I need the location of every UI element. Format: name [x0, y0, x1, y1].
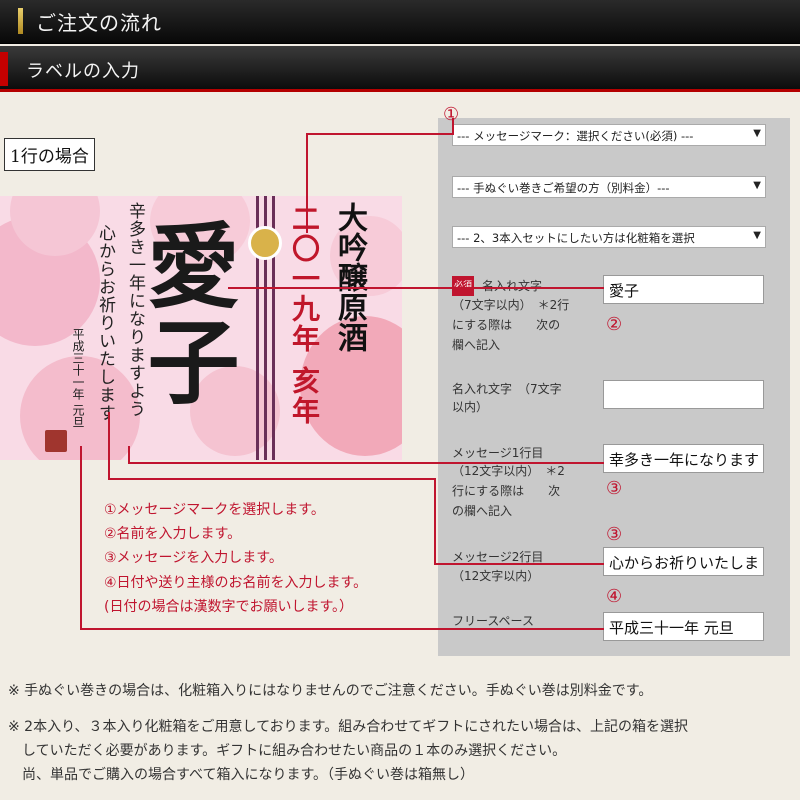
seal-stamp — [45, 430, 67, 452]
label-product-text: 大吟醸原酒 — [332, 202, 367, 352]
message-mark-icon — [248, 226, 282, 260]
label-year-text: 二〇一九年 亥年 — [288, 204, 321, 426]
select-value: --- 2、3本入セットにしたい方は化粧箱を選択 — [457, 231, 695, 245]
connector-line — [434, 563, 604, 565]
connector-line — [228, 287, 604, 289]
name-field-label: 必須 名入れ文字 — [452, 276, 542, 296]
section-header: ラベルの入力 — [0, 46, 800, 92]
name2-input[interactable] — [603, 380, 764, 409]
dropdown-arrow-icon: ▼ — [753, 230, 761, 241]
connector-line — [306, 133, 308, 233]
free-input[interactable]: 平成三十一年 元旦 — [603, 612, 764, 641]
instruction-item: ①メッセージマークを選択します。 — [104, 502, 325, 518]
msg2-input[interactable]: 心からお祈りいたしま — [603, 547, 764, 576]
instruction-item: (日付の場合は漢数字でお願いします。） — [104, 598, 354, 615]
connector-line — [80, 628, 604, 630]
msg1-hint: 行にする際は 次 — [452, 484, 561, 498]
connector-line — [452, 118, 454, 135]
msg1-input[interactable]: 幸多き一年になります — [603, 444, 764, 473]
note-item: ※ 2本入り、３本入り化粧箱をご用意しております。組み合わせてギフトにされたい場… — [8, 719, 689, 735]
message-mark-select[interactable]: --- メッセージマーク：選択ください(必須) --- ▼ — [452, 124, 766, 146]
label-date-text: 平成三十一年 元旦 — [71, 328, 85, 428]
label-name-text: 愛子 — [132, 218, 240, 410]
connector-line — [306, 133, 453, 135]
msg2-hint: （12文字以内） — [452, 569, 540, 583]
section-accent-bar — [0, 52, 8, 86]
label-text: 名入れ文字 — [482, 279, 543, 293]
connector-line — [128, 462, 604, 464]
case-label: 1行の場合 — [4, 138, 95, 171]
note-item: 尚、単品でご購入の場合すべて箱入になります。（手ぬぐい巻は箱無し） — [8, 767, 475, 783]
label-message-line2: 心からお祈りいたします — [95, 224, 115, 422]
label-message-line1: 辛多き一年になりますよう — [125, 202, 145, 418]
connector-line — [108, 478, 436, 480]
instructions: ①メッセージマークを選択します。 ②名前を入力します。 ③メッセージを入力します… — [104, 498, 367, 619]
note-item: していただく必要があります。ギフトに組み合わせたい商品の１本のみ選択ください。 — [8, 743, 567, 759]
dropdown-arrow-icon: ▼ — [753, 180, 761, 191]
instruction-item: ④日付や送り主様のお名前を入力します。 — [104, 574, 368, 591]
connector-line — [434, 478, 436, 564]
required-badge: 必須 — [452, 276, 475, 296]
gift-box-select[interactable]: --- 2、3本入セットにしたい方は化粧箱を選択 ▼ — [452, 226, 766, 248]
name2-field-label: 以内） — [452, 400, 489, 414]
name-hint: 欄へ記入 — [452, 338, 501, 352]
marker-3: ③ — [606, 524, 623, 545]
tenugui-select[interactable]: --- 手ぬぐい巻きご希望の方（別料金）--- ▼ — [452, 176, 766, 198]
page-title: ご注文の流れ — [36, 11, 162, 35]
connector-line — [128, 446, 130, 463]
msg1-field-label: メッセージ1行目 — [452, 446, 544, 460]
marker-4: ④ — [606, 586, 623, 607]
name-hint: にする際は 次の — [452, 318, 561, 332]
select-value: --- 手ぬぐい巻きご希望の方（別料金）--- — [457, 181, 670, 195]
name-hint: （7文字以内） ＊2行 — [452, 298, 570, 312]
header-accent-bar — [18, 8, 23, 34]
name-input[interactable]: 愛子 — [603, 275, 764, 304]
select-value: --- メッセージマーク：選択ください(必須) --- — [457, 129, 694, 143]
msg1-hint: の欄へ記入 — [452, 504, 513, 518]
marker-2: ② — [606, 314, 623, 335]
name2-field-label: 名入れ文字 （7文字 — [452, 382, 562, 396]
label-preview-image: 愛子 辛多き一年になりますよう 心からお祈りいたします 平成三十一年 元旦 二〇… — [0, 196, 402, 460]
instruction-item: ③メッセージを入力します。 — [104, 550, 283, 567]
instruction-item: ②名前を入力します。 — [104, 526, 242, 543]
note-item: ※ 手ぬぐい巻きの場合は、化粧箱入りにはなりませんのでご注意ください。手ぬぐい巻… — [8, 683, 653, 699]
connector-line — [108, 412, 110, 479]
connector-line — [80, 446, 82, 629]
msg1-hint: （12文字以内） ＊2 — [452, 464, 565, 478]
dropdown-arrow-icon: ▼ — [753, 128, 761, 139]
marker-3: ③ — [606, 478, 623, 499]
page-header: ご注文の流れ — [0, 0, 800, 44]
section-title: ラベルの入力 — [26, 61, 140, 82]
